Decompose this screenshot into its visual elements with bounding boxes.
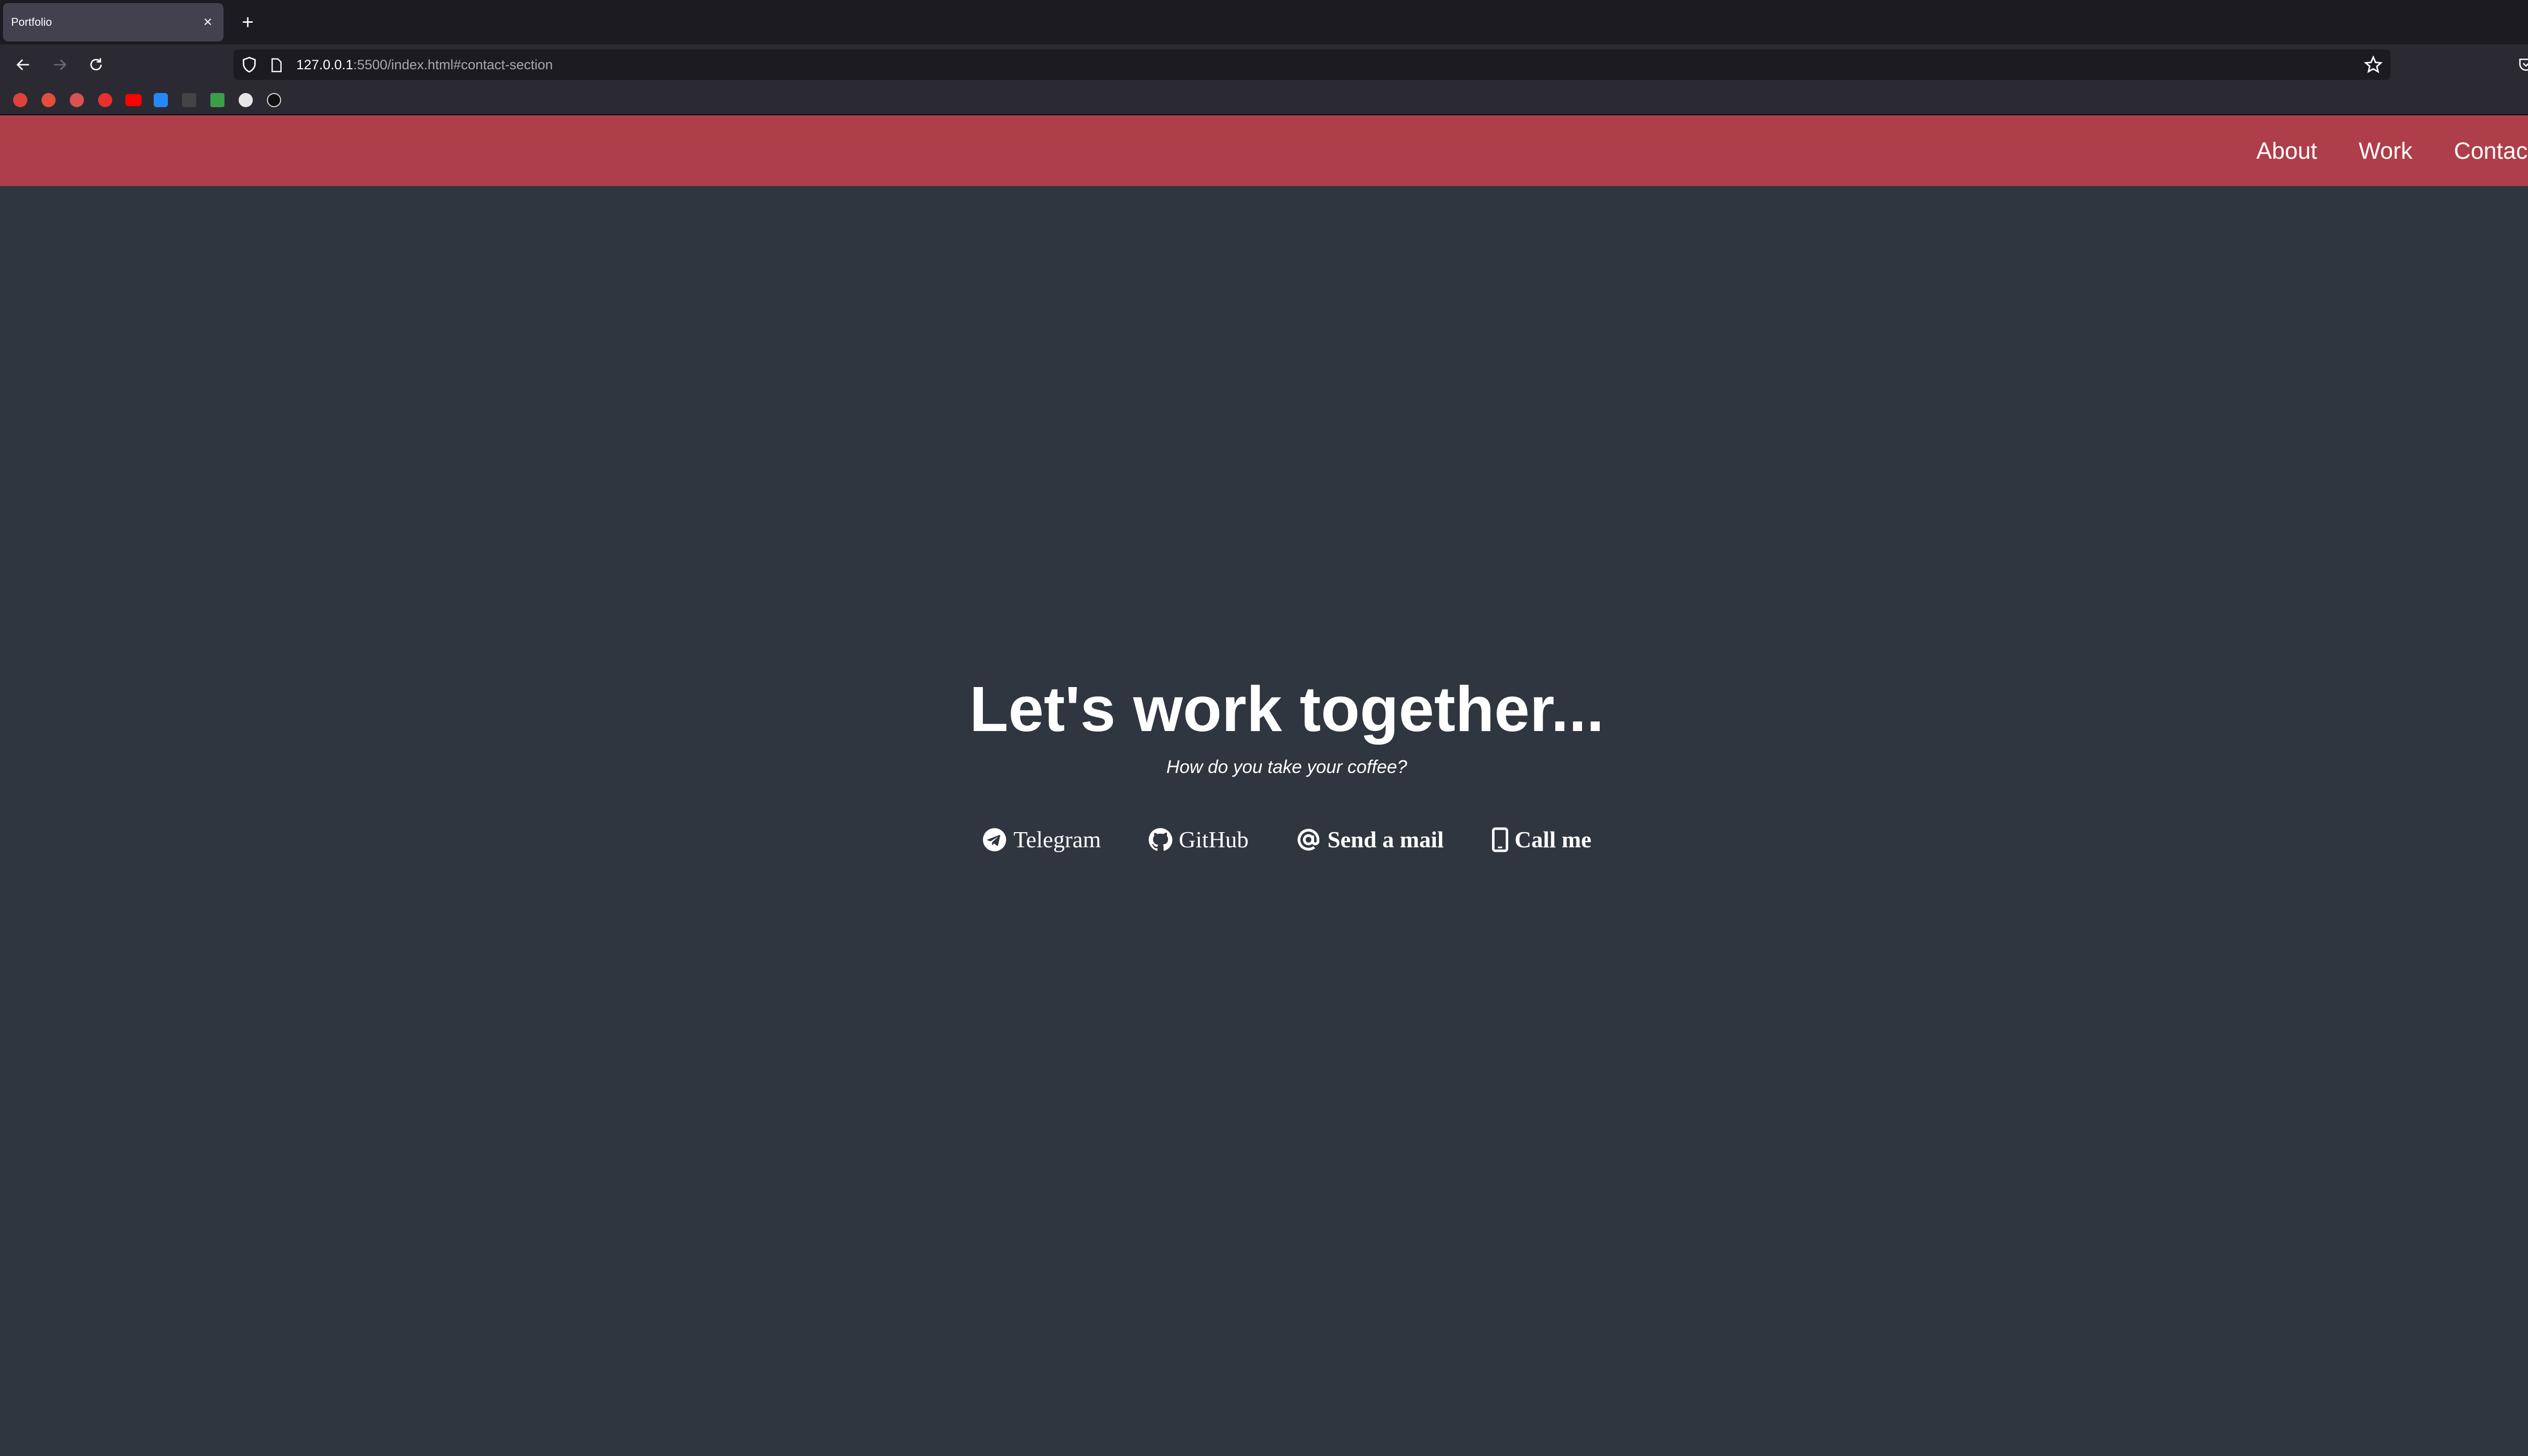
bookmark-star-icon[interactable] — [2364, 55, 2383, 76]
nav-work[interactable]: Work — [2359, 137, 2413, 164]
youtube-bookmark-icon[interactable] — [125, 94, 142, 106]
tab-portfolio[interactable]: Portfolio × — [3, 3, 223, 41]
vk-bookmark-icon[interactable] — [154, 93, 168, 107]
bookmark-icon[interactable] — [13, 93, 27, 107]
telegram-label: Telegram — [1013, 827, 1101, 852]
send-mail-label: Send a mail — [1327, 827, 1444, 852]
contact-section: Let's work together... How do you take y… — [0, 677, 2528, 853]
tab-title: Portfolio — [11, 16, 52, 28]
bookmark-icon[interactable] — [70, 93, 84, 107]
tab-strip: Portfolio × + — [0, 0, 2528, 44]
nav-about[interactable]: About — [2256, 137, 2317, 164]
bookmark-icon[interactable] — [98, 93, 112, 107]
github-bookmark-icon[interactable] — [239, 93, 253, 107]
bookmarks-toolbar — [0, 85, 2528, 115]
send-mail-link[interactable]: Send a mail — [1296, 826, 1444, 853]
github-link[interactable]: GitHub — [1148, 826, 1248, 853]
nav-contact[interactable]: Contact — [2454, 137, 2528, 164]
url-bar[interactable]: 127.0.0.1:5500/index.html#contact-sectio… — [234, 50, 2390, 80]
back-icon[interactable] — [11, 53, 35, 77]
github-icon — [1148, 828, 1173, 852]
bookmark-icon[interactable] — [267, 93, 281, 107]
forward-icon[interactable] — [48, 53, 72, 77]
site-header: About Work Contact — [0, 115, 2528, 186]
reload-icon[interactable] — [84, 53, 108, 77]
at-icon — [1296, 827, 1321, 852]
call-me-label: Call me — [1514, 827, 1592, 852]
call-me-link[interactable]: Call me — [1492, 826, 1592, 853]
page-icon — [269, 57, 284, 76]
pocket-icon[interactable] — [2514, 53, 2528, 77]
bookmark-icon[interactable] — [210, 93, 224, 107]
telegram-link[interactable]: Telegram — [982, 826, 1101, 853]
nav-toolbar: 127.0.0.1:5500/index.html#contact-sectio… — [0, 44, 2528, 85]
bookmark-icon[interactable] — [182, 93, 196, 107]
url-text[interactable]: 127.0.0.1:5500/index.html#contact-sectio… — [296, 50, 553, 80]
contact-links: Telegram GitHub Send a mail Call me — [0, 826, 2528, 853]
new-tab-button[interactable]: + — [238, 10, 258, 34]
bookmark-icon[interactable] — [41, 93, 56, 107]
github-label: GitHub — [1179, 827, 1249, 852]
url-host: 127.0.0.1 — [296, 57, 353, 72]
close-tab-icon[interactable]: × — [200, 15, 215, 30]
telegram-icon — [982, 827, 1007, 852]
phone-icon — [1492, 827, 1509, 852]
contact-heading: Let's work together... — [969, 673, 1604, 745]
site-nav: About Work Contact — [2256, 115, 2528, 186]
contact-subtitle: How do you take your coffee? — [1166, 756, 1408, 777]
shield-icon[interactable] — [241, 56, 258, 76]
url-path: :5500/index.html#contact-section — [353, 57, 553, 72]
